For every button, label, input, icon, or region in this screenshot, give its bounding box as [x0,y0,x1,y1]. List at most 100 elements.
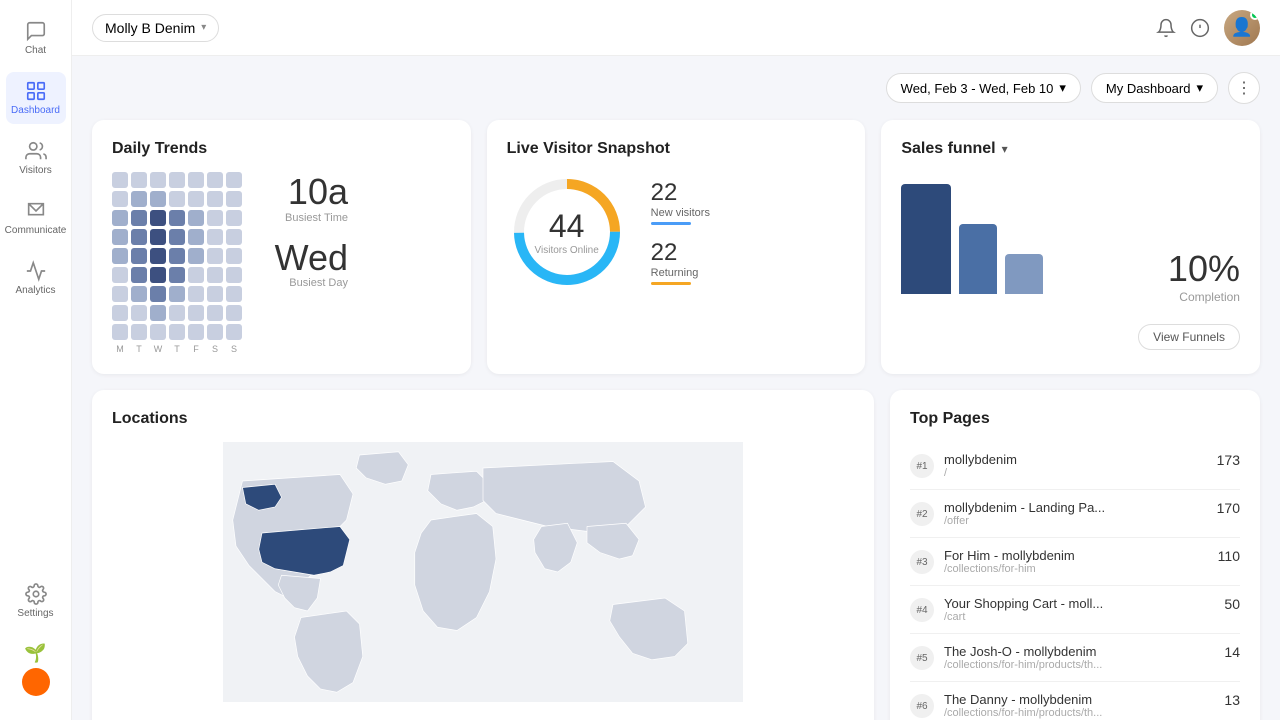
heatmap-cell [112,248,128,264]
top-page-item[interactable]: #5 The Josh-O - mollybdenim /collections… [910,634,1240,682]
heatmap-row [112,191,242,207]
heatmap-cell [112,229,128,245]
view-funnels-button[interactable]: View Funnels [1138,324,1240,350]
heatmap-cell [150,229,166,245]
bot-avatar[interactable] [22,668,50,696]
live-visitor-card: Live Visitor Snapshot 44 Visitors Onli [487,120,866,374]
page-path-4: /cart [944,611,1214,623]
page-info-5: The Josh-O - mollybdenim /collections/fo… [944,644,1214,671]
heatmap-days: M T W T F S S [112,344,242,354]
heatmap-wrapper: M T W T F S S [112,172,242,354]
settings-button[interactable] [1190,18,1210,38]
rank-badge-5: #5 [910,646,934,670]
brand-selector[interactable]: Molly B Denim ▾ [92,14,219,42]
heatmap-cell [207,305,223,321]
visitor-stats: 22 New visitors 22 Returning [651,179,710,285]
top-grid: Daily Trends M T W T F S S [92,120,1260,374]
locations-map [112,442,854,702]
funnel-bar-3 [1005,254,1043,294]
page-name-4: Your Shopping Cart - moll... [944,596,1214,611]
top-page-item[interactable]: #1 mollybdenim / 173 [910,442,1240,490]
heatmap-cell [131,172,147,188]
heatmap-cell [131,248,147,264]
heatmap-cell [150,248,166,264]
bottom-grid: Locations [92,390,1260,720]
page-name-2: mollybdenim - Landing Pa... [944,500,1207,515]
heatmap-row [112,248,242,264]
brand-chevron: ▾ [201,22,206,33]
heatmap-cell [207,267,223,283]
heatmap-cell [188,191,204,207]
more-options-button[interactable]: ⋮ [1228,72,1260,104]
heatmap-cell [207,191,223,207]
user-avatar[interactable]: 👤 [1224,10,1260,46]
new-visitors-bar [651,222,691,225]
sidebar-item-dashboard[interactable]: Dashboard [6,72,66,124]
top-page-item[interactable]: #6 The Danny - mollybdenim /collections/… [910,682,1240,720]
top-page-item[interactable]: #2 mollybdenim - Landing Pa... /offer 17… [910,490,1240,538]
day-f: F [188,344,204,354]
heatmap-cell [169,248,185,264]
heatmap-cell [169,267,185,283]
day-t1: T [131,344,147,354]
completion-pct: 10% [1168,248,1240,290]
heatmap-row [112,267,242,283]
main-content: Molly B Denim ▾ 👤 [72,0,1280,720]
top-page-item[interactable]: #4 Your Shopping Cart - moll... /cart 50 [910,586,1240,634]
heatmap-cell [131,267,147,283]
page-count-3: 110 [1218,548,1240,564]
sidebar-item-visitors[interactable]: Visitors [6,132,66,184]
rank-badge-6: #6 [910,694,934,718]
locations-title: Locations [112,410,854,428]
sidebar-item-communicate[interactable]: Communicate [6,192,66,244]
donut-chart: 44 Visitors Online [507,172,627,292]
live-visitor-title: Live Visitor Snapshot [507,140,846,158]
busiest-time: 10a [258,172,348,212]
heatmap-cell [112,172,128,188]
more-icon: ⋮ [1236,78,1252,98]
heatmap-cell [226,191,242,207]
heatmap-cell [112,210,128,226]
page-path-5: /collections/for-him/products/th... [944,659,1214,671]
heatmap-cell [131,191,147,207]
new-visitors-stat: 22 New visitors [651,179,710,225]
daily-trends-title: Daily Trends [112,140,451,158]
top-page-item[interactable]: #3 For Him - mollybdenim /collections/fo… [910,538,1240,586]
date-range-picker[interactable]: Wed, Feb 3 - Wed, Feb 10 ▾ [886,73,1081,103]
heatmap-cell [226,305,242,321]
heatmap-cell [112,191,128,207]
page-path-3: /collections/for-him [944,563,1208,575]
heatmap-cell [112,286,128,302]
heatmap-cell [131,210,147,226]
donut-center: 44 Visitors Online [535,208,599,256]
sidebar-item-settings[interactable]: Settings [6,575,66,627]
sidebar-item-chat[interactable]: Chat [6,12,66,64]
heatmap-row [112,286,242,302]
sidebar-label-dashboard: Dashboard [11,105,60,116]
busiest-time-label: Busiest Time [258,212,348,224]
heatmap-cell [150,305,166,321]
daily-trends-card: Daily Trends M T W T F S S [92,120,471,374]
heatmap-cell [169,172,185,188]
sales-funnel-card: Sales funnel ▾ 10% Completion View Fu [881,120,1260,374]
heatmap-stats: 10a Busiest Time Wed Busiest Day [258,172,348,303]
completion-label: Completion [1168,290,1240,304]
heatmap-cell [188,267,204,283]
visitors-online-label: Visitors Online [535,245,599,256]
world-map-svg [112,442,854,702]
dashboard-picker[interactable]: My Dashboard ▾ [1091,73,1218,103]
page-name-3: For Him - mollybdenim [944,548,1208,563]
page-info-3: For Him - mollybdenim /collections/for-h… [944,548,1208,575]
visitor-content: 44 Visitors Online 22 New visitors 22 Re… [507,172,846,292]
heatmap-cell [226,172,242,188]
sidebar-label-settings: Settings [17,608,53,619]
page-name-1: mollybdenim [944,452,1207,467]
sidebar-item-analytics[interactable]: Analytics [6,252,66,304]
heatmap-row [112,172,242,188]
top-pages-list: #1 mollybdenim / 173 #2 mollybdenim - La… [910,442,1240,720]
heatmap-cell [207,286,223,302]
page-count-5: 14 [1224,644,1240,660]
notification-button[interactable] [1156,18,1176,38]
heatmap-cell [131,305,147,321]
heatmap-cell [188,286,204,302]
